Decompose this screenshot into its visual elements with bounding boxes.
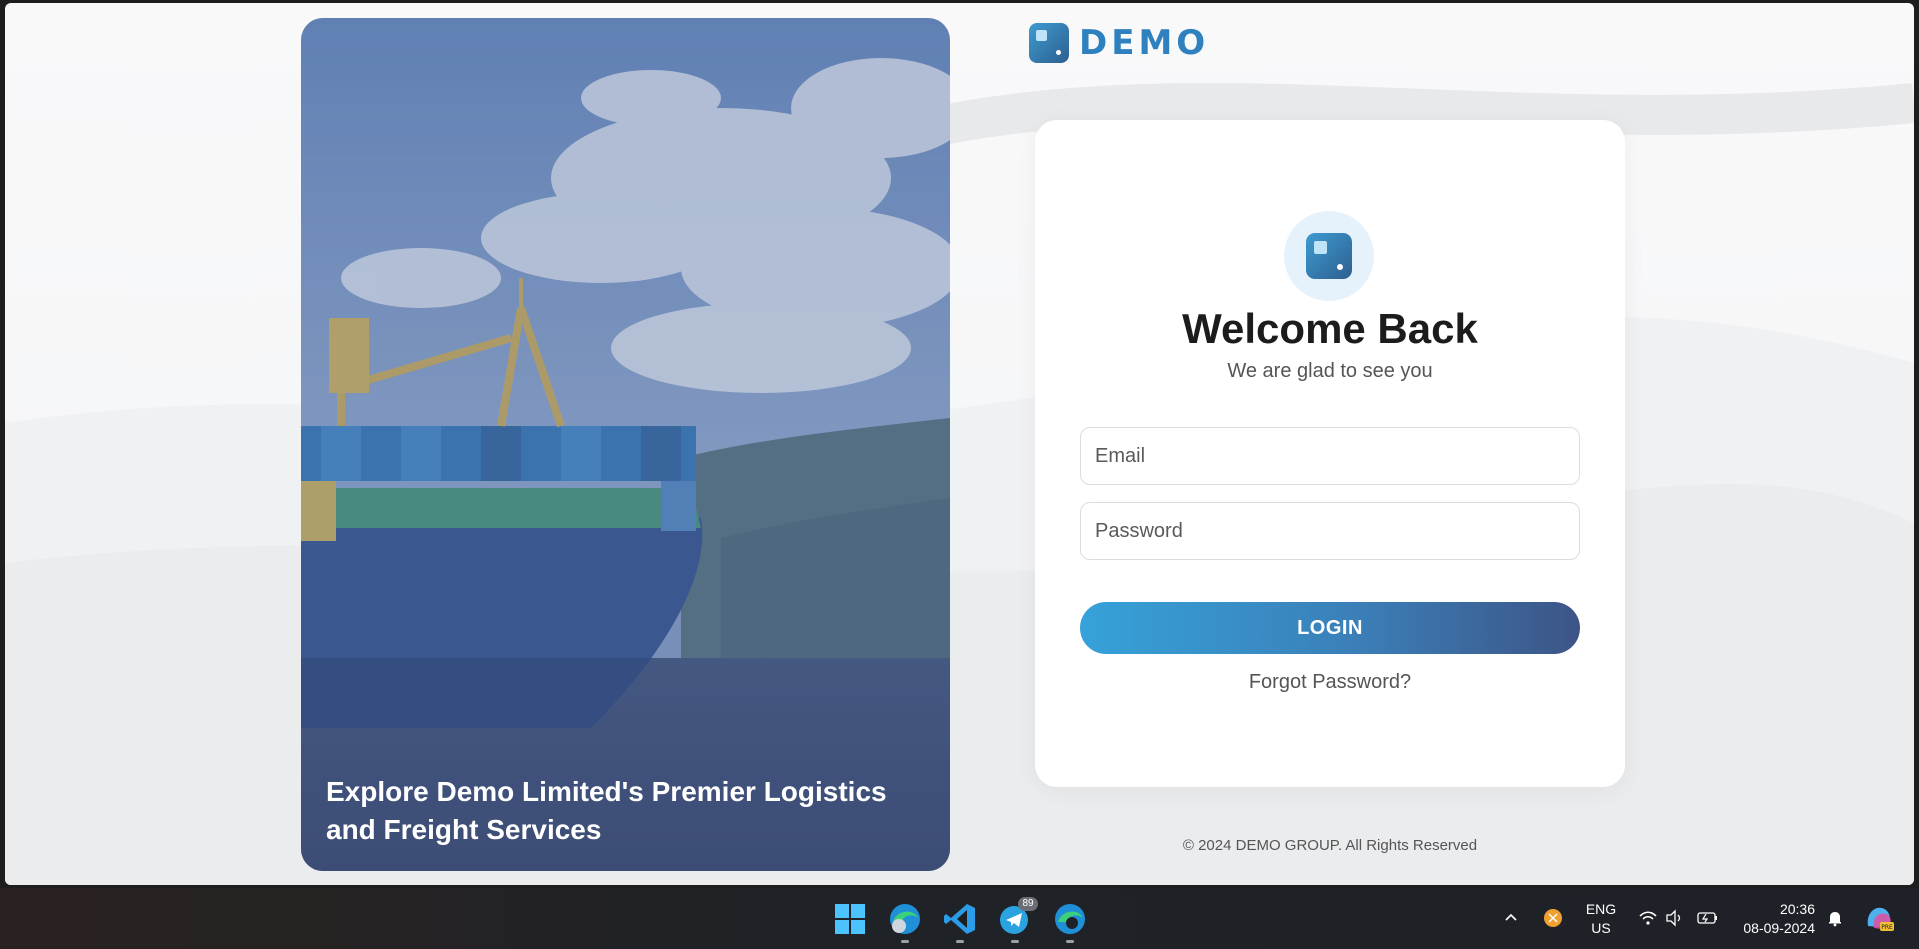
page-title: Welcome Back [1182,305,1478,352]
copyright-text: © 2024 DEMO GROUP. All Rights Reserved [1182,837,1478,854]
telegram-badge: 89 [1018,897,1038,911]
region-code: US [1591,920,1611,936]
battery-icon[interactable] [1697,910,1719,926]
volume-icon[interactable] [1665,909,1683,927]
email-field[interactable] [1080,427,1580,485]
chevron-up-icon[interactable] [1503,910,1519,926]
language-indicator[interactable]: ENG US [1580,900,1622,938]
start-icon[interactable] [833,902,867,936]
running-indicator [1066,940,1074,943]
browser-window: Explore Demo Limited's Premier Logistics… [5,3,1914,885]
password-field[interactable] [1080,502,1580,560]
clock-date: 08-09-2024 [1743,920,1815,936]
page-subtitle: We are glad to see you [1227,360,1433,382]
svg-text:PRE: PRE [1881,924,1893,931]
logo-mark-icon [1029,23,1069,63]
notification-bell-icon[interactable] [1826,909,1844,927]
wifi-icon[interactable] [1638,909,1658,927]
background-decoration [5,83,1914,885]
cargo-ship-image [301,18,950,871]
hero-caption: Explore Demo Limited's Premier Logistics… [326,776,887,845]
taskbar: 89 ENG US 20:36 08-09-2024 PRE [0,888,1919,949]
login-card: Welcome Back We are glad to see you LOGI… [1035,120,1625,787]
clock-time: 20:36 [1779,901,1815,917]
app-tray-icon[interactable] [1543,908,1563,928]
logo-text: DEMO [1079,23,1210,63]
copilot-icon[interactable]: PRE [1864,904,1894,932]
language-code: ENG [1585,901,1617,917]
login-button[interactable]: LOGIN [1080,602,1580,654]
forgot-password-link[interactable]: Forgot Password? [1035,671,1625,694]
edge-profile-icon[interactable] [888,902,922,936]
running-indicator [901,940,909,943]
running-indicator [1011,940,1019,943]
vscode-icon[interactable] [943,902,977,936]
card-logo-badge [1284,211,1374,301]
brand-logo[interactable]: DEMO [1029,23,1209,63]
edge-icon[interactable] [1053,902,1087,936]
running-indicator [956,940,964,943]
hero-image-card: Explore Demo Limited's Premier Logistics… [301,18,950,871]
logo-mark-icon [1306,233,1352,279]
clock[interactable]: 20:36 08-09-2024 [1733,900,1815,938]
